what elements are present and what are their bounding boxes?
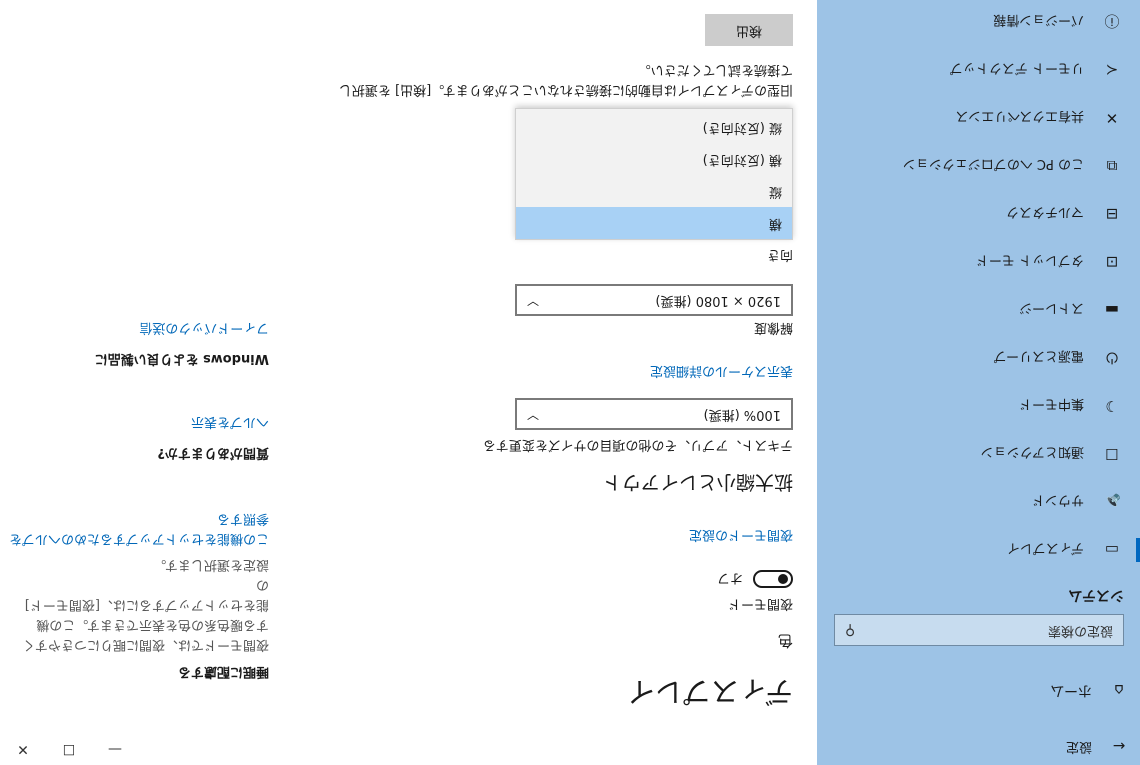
sidebar-item-label: 集中モード — [1018, 396, 1084, 412]
sidebar-item-multitasking[interactable]: ⊟ マルチタスク — [817, 190, 1140, 238]
night-light-toggle[interactable]: オフ — [717, 570, 793, 589]
home-icon: ⌂ — [1114, 681, 1124, 699]
sleep-help-link[interactable]: この機能をセットアップするためのヘルプを 参照する — [9, 508, 269, 548]
related-column: 睡眠に配慮する 夜間モードでは、夜間に眠りにつきやすく する暖色系の色を表示でき… — [9, 320, 269, 683]
detect-button[interactable]: 検出 — [705, 14, 793, 46]
multitasking-icon: ⊟ — [1105, 205, 1119, 223]
help-link[interactable]: ヘルプを表示 — [9, 414, 269, 433]
sidebar-item-power[interactable]: ⏻ 電源とスリープ — [817, 334, 1140, 382]
close-icon[interactable]: ✕ — [0, 733, 46, 765]
window-title-text: 設定 — [1065, 739, 1092, 754]
sound-icon: 🔈 — [1102, 493, 1122, 511]
sidebar-item-focus-assist[interactable]: ☽ 集中モード — [817, 382, 1140, 430]
about-icon: ⓘ — [1104, 12, 1120, 31]
resolution-label: 解像度 — [753, 320, 793, 335]
window-title: ← 設定 — [1066, 733, 1128, 759]
color-label: 色 — [777, 632, 793, 650]
maximize-icon[interactable]: ☐ — [46, 733, 92, 765]
search-input[interactable]: 設定の検索 ⚲ — [834, 614, 1124, 646]
chevron-down-icon: ﹀ — [527, 407, 540, 421]
sidebar-item-shared-experiences[interactable]: ✕ 共有エクスペリエンス — [817, 94, 1140, 142]
night-light-label: 夜間モード — [727, 596, 793, 611]
sidebar-item-label: バージョン情報 — [993, 12, 1084, 28]
focus-assist-icon: ☽ — [1105, 397, 1119, 415]
sleep-description-line: する暖色系の色を表示できます。この機 — [36, 617, 269, 632]
sleep-description: 夜間モードでは、夜間に眠りにつきやすく する暖色系の色を表示できます。この機 能… — [9, 554, 269, 654]
search-icon: ⚲ — [845, 622, 856, 638]
page-title: ディスプレイ — [626, 675, 793, 708]
sidebar-item-label: リモート デスクトップ — [949, 60, 1084, 76]
orientation-option-landscape[interactable]: 横 — [516, 207, 792, 239]
detect-description: 旧型のディスプレイは自動的に接続されないことがあります。[検出] を選択し て接… — [339, 59, 793, 99]
shared-experiences-icon: ✕ — [1105, 109, 1119, 127]
main-content: — ☐ ✕ ディスプレイ 色 夜間モード オフ 夜間モードの設定 拡大縮小とレイ… — [0, 0, 817, 765]
sidebar-list: ▭ ディスプレイ 🔈 サウンド ☐ 通知とアクション ☽ 集中モード ⏻ 電源と… — [817, 0, 1140, 574]
scale-dropdown[interactable]: 100% (推奨) ﹀ — [515, 398, 793, 430]
sidebar-item-sound[interactable]: 🔈 サウンド — [817, 478, 1140, 526]
sleep-description-line: 設定を選択します。 — [153, 557, 269, 572]
projecting-icon: ⧉ — [1106, 157, 1118, 175]
orientation-option-portrait[interactable]: 縦 — [516, 175, 792, 207]
power-icon: ⏻ — [1106, 349, 1118, 367]
detect-description-line: 旧型のディスプレイは自動的に接続されないことがあります。[検出] を選択し — [338, 82, 793, 97]
sleep-heading: 睡眠に配慮する — [177, 664, 269, 679]
display-icon: ▭ — [1104, 541, 1120, 559]
question-heading: 質問がありますか? — [157, 445, 269, 460]
improve-heading: Windows をより良い製品に — [94, 351, 269, 366]
sidebar: ← 設定 ⌂ ホーム 設定の検索 ⚲ システム ▭ ディスプレイ 🔈 サウンド … — [817, 0, 1140, 765]
search-placeholder: 設定の検索 — [1047, 623, 1113, 638]
sidebar-item-projecting[interactable]: ⧉ この PC へのプロジェクション — [817, 142, 1140, 190]
advanced-scaling-link[interactable]: 表示スケールの詳細設定 — [650, 363, 793, 382]
sidebar-item-tablet-mode[interactable]: ⊡ タブレット モード — [817, 238, 1140, 286]
night-light-settings-link[interactable]: 夜間モードの設定 — [689, 527, 793, 546]
home-label: ホーム — [1050, 682, 1092, 698]
feedback-link[interactable]: フィードバックの送信 — [9, 320, 269, 339]
sidebar-item-label: 共有エクスペリエンス — [955, 108, 1084, 124]
storage-icon: ▬ — [1104, 301, 1120, 319]
night-light-state: オフ — [716, 570, 743, 585]
sidebar-item-storage[interactable]: ▬ ストレージ — [817, 286, 1140, 334]
toggle-knob — [778, 574, 788, 585]
sidebar-item-label: ストレージ — [1019, 300, 1084, 316]
orientation-option-landscape-flipped[interactable]: 横 (反対向き) — [516, 143, 792, 175]
remote-desktop-icon: ≺ — [1105, 61, 1119, 79]
sidebar-item-notifications[interactable]: ☐ 通知とアクション — [817, 430, 1140, 478]
sidebar-item-label: タブレット モード — [975, 252, 1084, 268]
orientation-option-portrait-flipped[interactable]: 縦 (反対向き) — [516, 111, 792, 143]
sidebar-item-display[interactable]: ▭ ディスプレイ — [817, 526, 1140, 574]
notification-icon: ☐ — [1105, 445, 1119, 463]
sleep-help-link-line: この機能をセットアップするためのヘルプを — [8, 531, 269, 546]
minimize-icon[interactable]: — — [92, 733, 138, 765]
sleep-description-line: 能をセットアップするには、[夜間モード] の — [24, 577, 269, 612]
resolution-dropdown[interactable]: 1920 × 1080 (推奨) ﹀ — [515, 284, 793, 316]
sidebar-item-label: 通知とアクション — [980, 444, 1084, 460]
scale-value: 100% (推奨) — [703, 407, 781, 422]
sidebar-item-label: この PC へのプロジェクション — [902, 156, 1084, 172]
detect-description-line: て接続を試してください。 — [637, 62, 793, 77]
sidebar-section-title: システム — [1068, 587, 1124, 603]
sidebar-item-remote-desktop[interactable]: ≺ リモート デスクトップ — [817, 46, 1140, 94]
resolution-value: 1920 × 1080 (推奨) — [655, 293, 781, 308]
sleep-help-link-line: 参照する — [216, 511, 269, 526]
sidebar-item-label: ディスプレイ — [1006, 540, 1084, 556]
sidebar-item-label: マルチタスク — [1005, 204, 1084, 220]
tablet-icon: ⊡ — [1105, 253, 1119, 271]
sidebar-item-label: 電源とスリープ — [993, 348, 1084, 364]
sidebar-item-about[interactable]: ⓘ バージョン情報 — [817, 0, 1140, 46]
sidebar-item-label: サウンド — [1031, 492, 1084, 508]
settings-window: ← 設定 ⌂ ホーム 設定の検索 ⚲ システム ▭ ディスプレイ 🔈 サウンド … — [0, 0, 1140, 765]
scale-description: テキスト、アプリ、その他の項目のサイズを変更する — [482, 437, 793, 452]
back-arrow-icon[interactable]: ← — [1110, 733, 1128, 759]
scale-layout-heading: 拡大縮小とレイアウト — [602, 471, 793, 493]
sleep-description-line: 夜間モードでは、夜間に眠りにつきやすく — [21, 637, 269, 652]
chevron-down-icon: ﹀ — [527, 293, 540, 307]
toggle-track[interactable] — [753, 570, 793, 589]
orientation-label: 向き — [766, 247, 793, 262]
window-controls: — ☐ ✕ — [0, 733, 140, 765]
sidebar-item-home[interactable]: ⌂ ホーム — [1050, 675, 1128, 705]
orientation-dropdown-list[interactable]: 横 縦 横 (反対向き) 縦 (反対向き) — [515, 108, 793, 240]
